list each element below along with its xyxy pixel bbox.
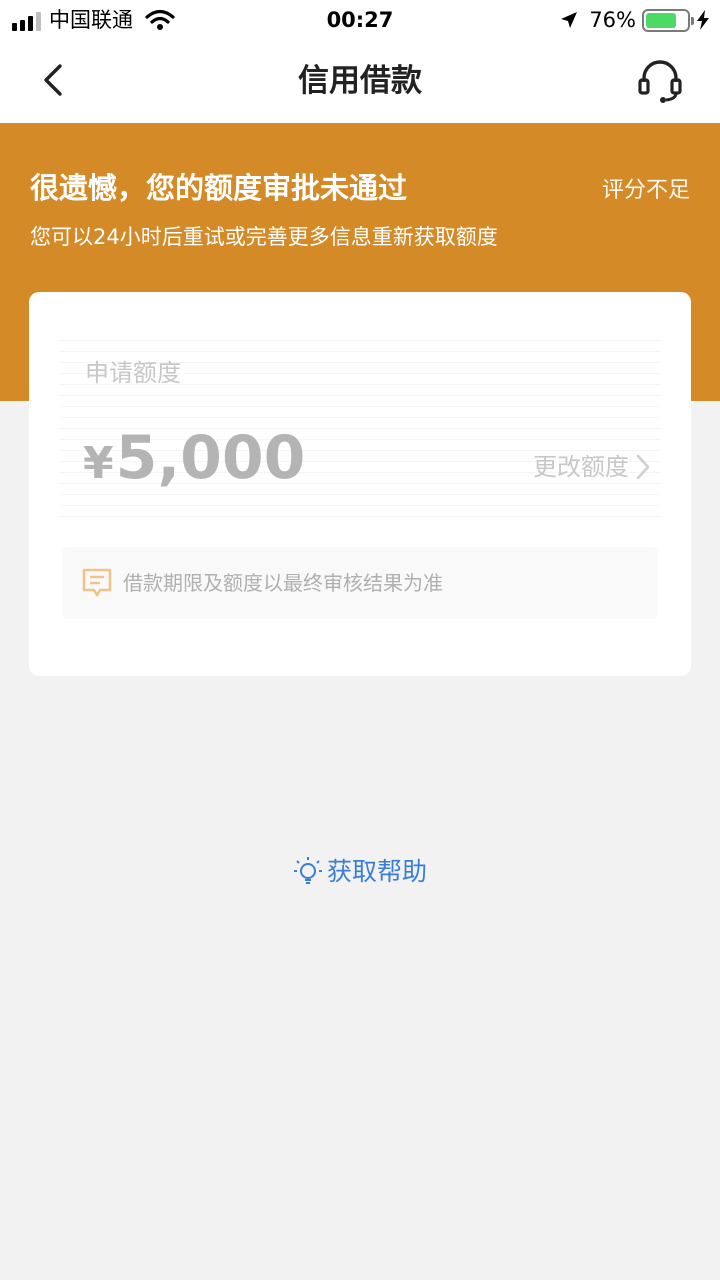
currency-symbol: ¥	[83, 438, 114, 489]
location-arrow-icon	[561, 12, 578, 28]
change-amount-button[interactable]: 更改额度	[533, 450, 651, 484]
amount-value: 5,000	[115, 423, 306, 493]
battery-percent: 76%	[589, 8, 636, 32]
help-link-row: 获取帮助	[0, 852, 720, 892]
apply-amount-label: 申请额度	[85, 359, 181, 387]
loan-card: 申请额度 ¥ 5,000 更改额度 借款期限及额度以最终审核结果为准	[29, 292, 691, 676]
notice-text: 借款期限及额度以最终审核结果为准	[123, 571, 443, 595]
get-help-label: 获取帮助	[326, 857, 427, 886]
battery-icon	[642, 8, 694, 32]
page-title: 信用借款	[298, 63, 422, 99]
loan-amount: ¥ 5,000	[83, 420, 305, 502]
notice-box: 借款期限及额度以最终审核结果为准	[63, 547, 657, 619]
battery-level	[646, 12, 677, 28]
result-subtitle: 您可以24小时后重试或完善更多信息重新获取额度	[30, 225, 498, 249]
chevron-right-icon	[636, 454, 650, 480]
charging-bolt-icon	[697, 10, 709, 30]
result-reason: 评分不足	[601, 178, 690, 203]
lightbulb-icon	[293, 857, 322, 884]
change-amount-label: 更改额度	[533, 453, 629, 481]
message-icon	[82, 568, 112, 597]
status-bar: 中国联通 00:27 76%	[0, 0, 720, 40]
result-title: 很遗憾，您的额度审批未通过	[30, 171, 408, 205]
status-right: 76%	[559, 6, 710, 34]
headset-icon[interactable]	[636, 58, 684, 104]
get-help-button[interactable]: 获取帮助	[293, 852, 427, 892]
nav-bar: 信用借款	[0, 40, 720, 123]
